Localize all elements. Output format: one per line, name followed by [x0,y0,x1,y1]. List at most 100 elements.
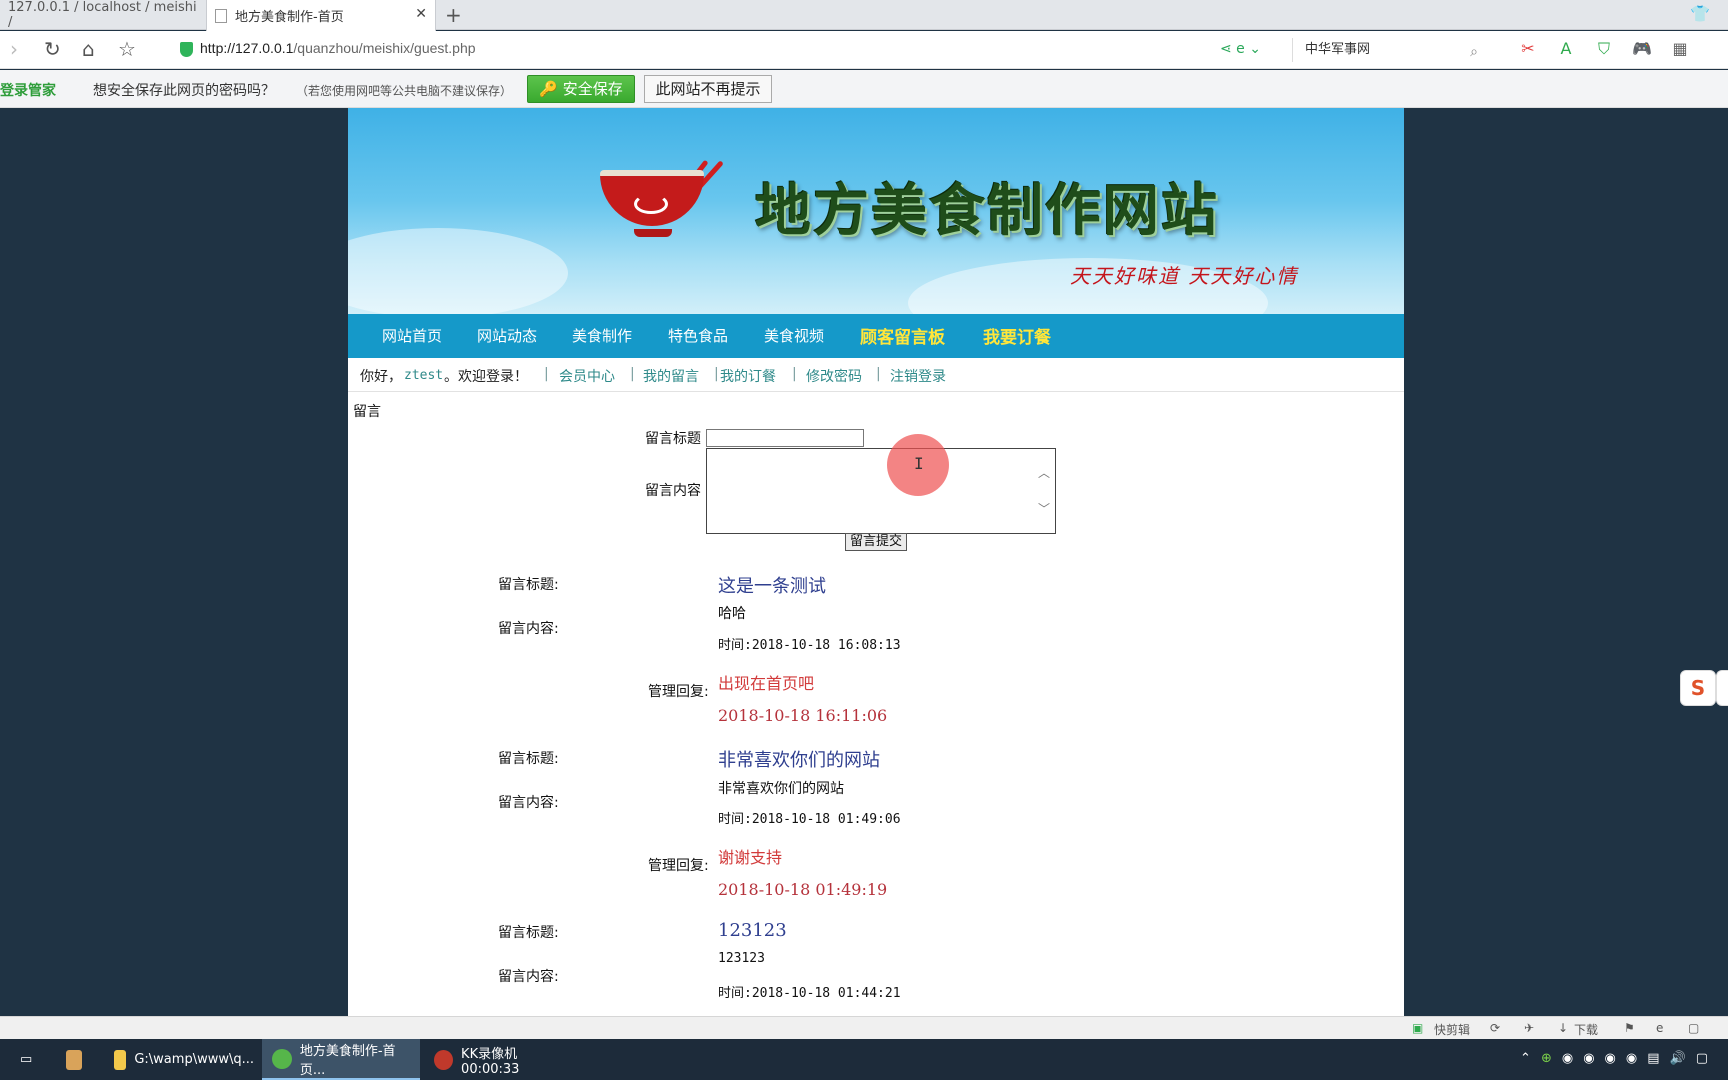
download-label[interactable]: 下载 [1574,1021,1598,1038]
login-manager-label: 登录管家 [0,83,56,99]
tray-volume-icon[interactable]: 🔊 [1670,1051,1686,1066]
url-path: /quanzhou/meishix/guest.php [293,40,476,56]
link-logout[interactable]: 注销登录 [890,366,946,386]
apps-icon[interactable]: ▦ [1667,39,1693,59]
flag-icon[interactable]: ⚑ [1624,1021,1635,1035]
nav-video[interactable]: 美食视频 [764,325,824,346]
site-banner: 地方美食制作网站 天天好味道 天天好心情 [348,108,1404,314]
section-label: 留言 [353,404,381,420]
task-browser[interactable]: 地方美食制作-首页... [262,1039,420,1080]
site-title: 地方美食制作网站 [755,178,1219,244]
task-label: KK录像机 00:00:33 [461,1046,520,1077]
refresh-icon[interactable]: ⟳ [1490,1021,1500,1035]
separator: | [544,366,549,382]
game-icon[interactable]: 🎮 [1629,39,1655,59]
home-icon[interactable]: ⌂ [82,37,95,61]
tray-notification-icon[interactable]: ▢ [1696,1051,1708,1066]
scroll-up-icon[interactable]: ︿ [1038,464,1050,481]
message-title-input[interactable] [706,429,864,447]
entry-title: 123123 [718,920,787,941]
separator: | [876,366,881,382]
never-prompt-button[interactable]: 此网站不再提示 [644,75,772,103]
link-my-orders[interactable]: 我的订餐 [720,366,776,386]
admin-reply-text: 出现在首页吧 [718,674,815,693]
tray-up-icon[interactable]: ⌃ [1520,1051,1531,1066]
task-explorer[interactable]: G:\wamp\www\q... [104,1039,254,1080]
browser-icon [272,1048,292,1069]
clip-icon[interactable]: ▣ [1412,1021,1423,1035]
shirt-icon[interactable]: 👕 [1690,4,1710,23]
tab-label: 地方美食制作-首页 [235,10,344,25]
folder-icon [114,1049,127,1070]
nav-news[interactable]: 网站动态 [477,325,537,346]
submit-message-button[interactable]: 留言提交 [845,533,907,551]
tray-network-icon[interactable]: ▤ [1647,1051,1659,1066]
quick-clip-label[interactable]: 快剪辑 [1434,1021,1470,1038]
nav-specialty[interactable]: 特色食品 [668,325,728,346]
entry-title-label: 留言标题: [498,577,559,593]
entry-content-label: 留言内容: [498,621,559,637]
swirl-decoration [634,194,668,214]
tab-current[interactable]: 地方美食制作-首页 ✕ [206,0,436,31]
text-cursor-icon: I [914,454,924,473]
scroll-down-icon[interactable]: ﹀ [1038,500,1050,517]
entry-content-label: 留言内容: [498,795,559,811]
message-content-textarea[interactable] [706,448,1056,534]
tab-phpmyadmin[interactable]: 127.0.0.1 / localhost / meishi / [0,0,205,30]
new-tab-icon[interactable]: + [445,3,462,27]
link-my-messages[interactable]: 我的留言 [643,366,699,386]
bowl-logo-icon [600,170,704,226]
task-view-icon[interactable]: ▭ [10,1039,46,1080]
task-recorder[interactable]: KK录像机 00:00:33 [424,1039,574,1080]
forward-icon[interactable]: › [10,37,18,61]
scissors-icon[interactable]: ✂ [1515,39,1541,59]
bowl-base [634,229,672,237]
side-float-s-icon[interactable]: S [1680,670,1716,706]
tab-label: 127.0.0.1 / localhost / meishi / [8,0,197,30]
tray-qq-icon[interactable]: ◉ [1626,1051,1637,1066]
close-icon[interactable]: ✕ [415,6,427,22]
link-change-password[interactable]: 修改密码 [806,366,862,386]
nav-guestbook[interactable]: 顾客留言板 [860,323,945,348]
greeting-suffix: 。欢迎登录！ [444,369,528,385]
separator: | [714,366,719,382]
ie-icon[interactable]: e [1656,1021,1663,1035]
url-host: http://127.0.0.1 [200,40,294,56]
side-float-widget[interactable] [1716,670,1728,706]
admin-reply-text: 谢谢支持 [718,848,783,867]
app-pinned-icon[interactable] [56,1039,90,1080]
url-field[interactable]: http://127.0.0.1/quanzhou/meishix/guest.… [200,40,476,56]
download-icon[interactable]: ↓ [1558,1021,1568,1035]
separator: | [630,366,635,382]
separator: | [792,366,797,382]
entry-time: 时间:2018-10-18 01:44:21 [718,986,901,1001]
entry-title-label: 留言标题: [498,925,559,941]
nav-home[interactable]: 网站首页 [382,325,442,346]
entry-content-label: 留言内容: [498,969,559,985]
pin-icon[interactable]: ✈ [1524,1021,1534,1035]
search-input[interactable]: 中华军事网 ⌕ [1292,38,1492,62]
task-label: 地方美食制作-首页... [299,1043,396,1078]
main-navigation: 网站首页 网站动态 美食制作 特色食品 美食视频 顾客留言板 我要订餐 [348,314,1404,358]
tray-plus-icon[interactable]: ⊕ [1541,1051,1552,1066]
star-icon[interactable]: ☆ [118,37,136,61]
nav-order[interactable]: 我要订餐 [983,323,1051,348]
nav-cooking[interactable]: 美食制作 [572,325,632,346]
save-password-hint: （若您使用网吧等公共电脑不建议保存） [296,84,513,98]
share-icon[interactable]: ⋖ e ⌄ [1220,41,1261,57]
entry-title: 这是一条测试 [718,576,826,597]
title-field-label: 留言标题 [645,431,701,447]
translate-icon[interactable]: A [1553,39,1579,59]
extension-icons: ✂ A ⛉ 🎮 ▦ [1515,39,1693,59]
reload-icon[interactable]: ↻ [44,37,61,61]
tray-qq-icon[interactable]: ◉ [1605,1051,1616,1066]
safe-save-button[interactable]: 🔑 安全保存 [527,75,635,103]
shield-icon[interactable]: ⛉ [1591,39,1617,59]
search-icon[interactable]: ⌕ [1470,40,1478,64]
link-member-center[interactable]: 会员中心 [559,366,615,386]
safe-save-label: 安全保存 [562,80,623,98]
admin-reply-time: 2018-10-18 01:49:19 [718,880,888,899]
window-icon[interactable]: ▢ [1688,1021,1699,1035]
tray-qq-icon[interactable]: ◉ [1562,1051,1573,1066]
tray-qq-icon[interactable]: ◉ [1583,1051,1594,1066]
